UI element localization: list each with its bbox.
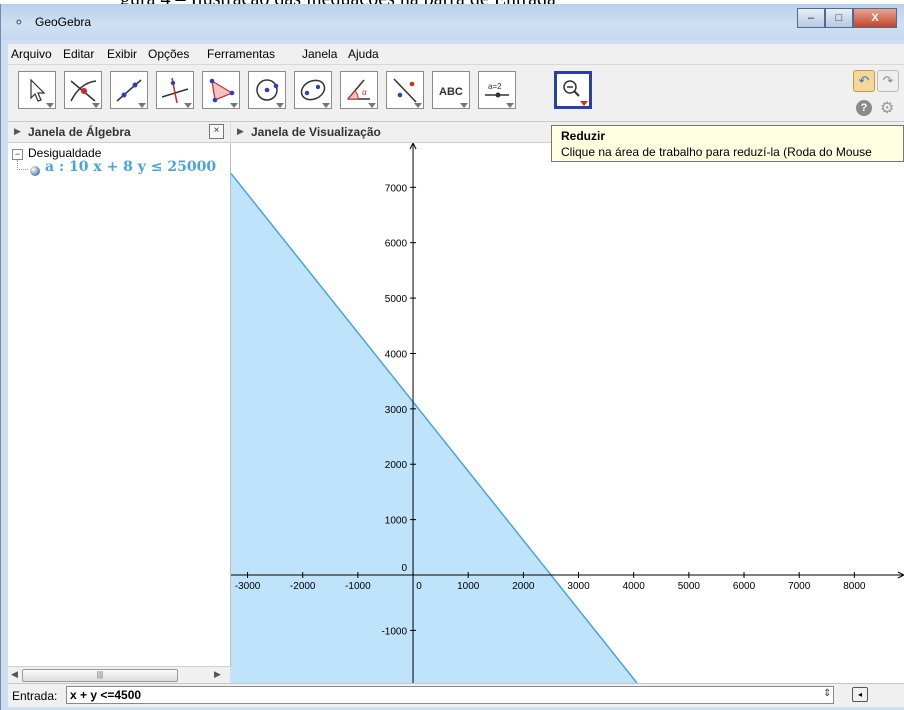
y-tick-label: 2000 [385, 460, 408, 471]
toolbar: α ABC a=2 ↶ ↷ ? ⚙ [8, 65, 904, 122]
text-icon: ABC [439, 86, 463, 98]
x-tick-label: 2000 [512, 581, 535, 592]
menu-opcoes[interactable]: Opções [148, 47, 189, 61]
slider-tool-button[interactable]: a=2 [478, 71, 516, 109]
command-input[interactable] [66, 686, 834, 704]
maximize-button[interactable]: □ [825, 8, 853, 28]
conic-tool-button[interactable] [294, 71, 332, 109]
x-tick-label: 8000 [843, 581, 866, 592]
line-through-points-icon [116, 79, 142, 102]
algebra-horizontal-scrollbar[interactable]: ◀ ||| ▶ [8, 666, 230, 684]
x-tick-label: 1000 [457, 581, 480, 592]
visibility-toggle-icon[interactable] [30, 166, 40, 176]
x-tick-label: -3000 [235, 581, 261, 592]
cursor-arrow-icon [30, 78, 46, 102]
inequality-plot[interactable]: -3000 -2000 -1000 0 1000 2000 3000 4000 5000 6000… [231, 143, 904, 683]
reflect-tool-button[interactable] [386, 71, 424, 109]
x-tick-label: 5000 [678, 581, 701, 592]
x-tick-label: -1000 [345, 581, 371, 592]
x-tick-label: 3000 [567, 581, 590, 592]
circle-tool-button[interactable] [248, 71, 286, 109]
reflect-about-line-icon [393, 78, 417, 103]
circle-center-point-icon [256, 79, 279, 101]
scroll-left-arrow-icon[interactable]: ◀ [11, 669, 18, 680]
perpendicular-line-icon [161, 77, 189, 104]
svg-text:ABC: ABC [439, 86, 463, 98]
ellipse-icon [300, 79, 326, 101]
y-tick-label: 6000 [385, 239, 408, 250]
scrollbar-thumb[interactable]: ||| [22, 669, 178, 682]
svg-text:a=2: a=2 [488, 82, 502, 91]
zoom-out-tool-button[interactable] [554, 71, 592, 109]
perpendicular-tool-button[interactable] [156, 71, 194, 109]
menu-ajuda[interactable]: Ajuda [348, 47, 379, 61]
collapse-arrow-icon[interactable]: ▶ [14, 126, 21, 137]
close-view-icon[interactable]: × [209, 124, 224, 139]
tool-tooltip: Reduzir Clique na área de trabalho para … [551, 125, 904, 162]
history-spinner-icon[interactable]: ⇕ [823, 688, 831, 699]
y-tick-label: 4000 [385, 349, 408, 360]
window-title: GeoGebra [35, 15, 92, 29]
line-tool-button[interactable] [110, 71, 148, 109]
y-tick-label: -1000 [381, 626, 407, 637]
algebra-view-title: Janela de Álgebra [28, 125, 131, 139]
tooltip-title: Reduzir [561, 129, 606, 143]
scroll-right-arrow-icon[interactable]: ▶ [214, 669, 221, 680]
intersect-icon [70, 80, 97, 102]
y-tick-label: 3000 [385, 405, 408, 416]
menu-ferramentas[interactable]: Ferramentas [207, 47, 275, 61]
collapse-arrow-icon[interactable]: ▶ [237, 126, 244, 137]
intersect-tool-button[interactable] [64, 71, 102, 109]
menu-janela[interactable]: Janela [302, 47, 337, 61]
x-tick-label: 0 [416, 581, 422, 592]
geogebra-logo-icon: ⚬ [13, 14, 25, 30]
input-bar: Entrada: ⇕ ◂ [8, 683, 904, 707]
y-tick-label: 0 [401, 563, 407, 574]
tree-collapse-icon[interactable]: − [12, 149, 23, 160]
algebra-view-header: ▶ Janela de Álgebra × [8, 122, 230, 143]
tooltip-text: Clique na área de trabalho para reduzí-l… [561, 145, 872, 159]
feasible-region [231, 143, 638, 683]
input-help-icon[interactable]: ◂ [852, 687, 868, 702]
x-tick-label: 6000 [733, 581, 756, 592]
graphics-view-title: Janela de Visualização [251, 125, 381, 139]
gear-icon[interactable]: ⚙ [880, 98, 894, 118]
menu-exibir[interactable]: Exibir [107, 47, 137, 61]
menu-editar[interactable]: Editar [63, 47, 94, 61]
graphics-view[interactable]: -3000 -2000 -1000 0 1000 2000 3000 4000 5000 6000… [231, 143, 904, 683]
algebra-view: − Desigualdade a : 10 x + 8 y ≤ 25000 [8, 143, 231, 666]
title-bar: ⚬ GeoGebra – □ X [1, 4, 904, 40]
angle-tool-button[interactable]: α [340, 71, 378, 109]
text-tool-button[interactable]: ABC [432, 71, 470, 109]
polygon-tool-button[interactable] [202, 71, 240, 109]
undo-button[interactable]: ↶ [853, 70, 875, 92]
y-tick-label: 7000 [385, 183, 408, 194]
y-tick-label: 5000 [385, 294, 408, 305]
redo-button[interactable]: ↷ [877, 70, 899, 92]
x-tick-label: 4000 [623, 581, 646, 592]
window-controls: – □ X [797, 8, 897, 28]
polygon-icon [209, 78, 235, 103]
tree-connector [17, 160, 28, 170]
menu-bar: Arquivo Editar Exibir Opções Ferramentas… [8, 44, 904, 65]
input-label: Entrada: [12, 689, 58, 703]
angle-icon: α [346, 79, 370, 100]
x-tick-label: 7000 [788, 581, 811, 592]
y-tick-label: 1000 [385, 516, 408, 527]
algebra-object-a[interactable]: a : 10 x + 8 y ≤ 25000 [45, 159, 216, 175]
close-button[interactable]: X [853, 8, 897, 28]
x-tick-label: -2000 [290, 581, 316, 592]
help-icon[interactable]: ? [856, 100, 872, 116]
menu-arquivo[interactable]: Arquivo [11, 47, 52, 61]
slider-icon: a=2 [485, 82, 509, 98]
move-tool-button[interactable] [18, 71, 56, 109]
object-group-label[interactable]: Desigualdade [28, 146, 101, 160]
svg-text:α: α [362, 87, 367, 97]
minimize-button[interactable]: – [797, 8, 825, 28]
